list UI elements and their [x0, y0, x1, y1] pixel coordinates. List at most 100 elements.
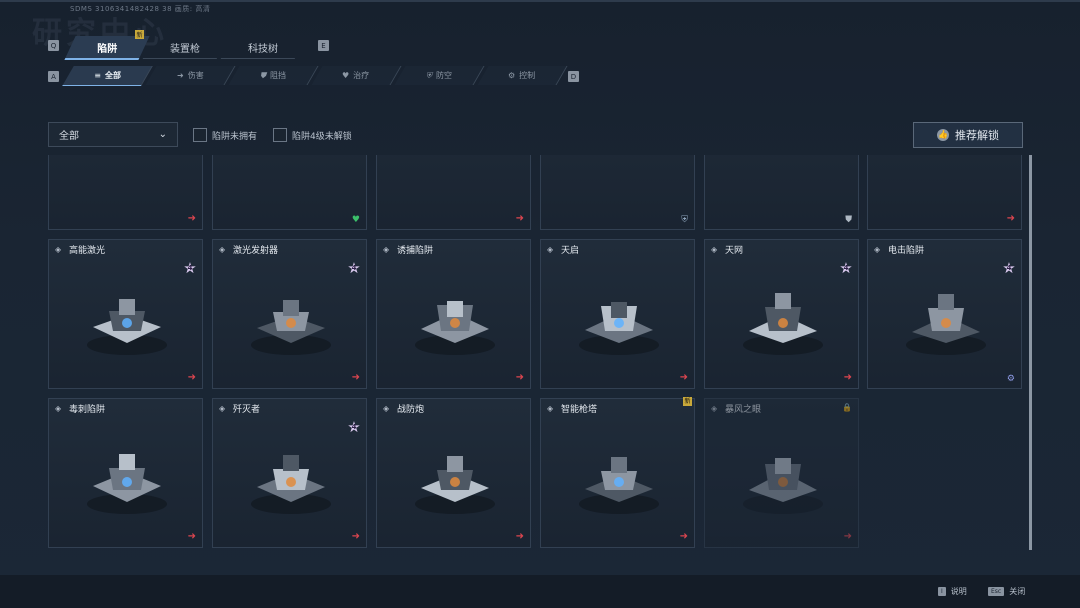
trap-card[interactable]: ◈ 激光发射器 ★ 4 ➜: [212, 239, 367, 389]
arrow-type-icon: ➜: [187, 213, 196, 224]
trap-artwork: [407, 155, 503, 163]
star-level-icon: ★ 4: [1002, 259, 1016, 277]
trap-artwork: [243, 155, 339, 163]
next-tab-key[interactable]: E: [318, 40, 329, 51]
trap-card[interactable]: ♥: [212, 155, 367, 230]
arrow-type-icon: ➜: [187, 372, 196, 383]
trap-artwork: [87, 454, 167, 514]
trap-name: 激光发射器: [233, 246, 279, 256]
trap-artwork: [579, 457, 659, 514]
trap-card[interactable]: ➜: [48, 155, 203, 230]
damage-icon: ➜: [176, 71, 184, 80]
trap-card[interactable]: ➜: [867, 155, 1022, 230]
checkbox-level4-locked[interactable]: 陷阱4级未解锁: [273, 128, 352, 142]
category-tabs: ≡ 全部 ➜ 伤害 ⛊ 阻挡 ♥ 治疗 ⛨ 防空 ⚙ 控制: [62, 66, 568, 86]
next-subtab-key[interactable]: D: [568, 71, 579, 82]
trap-name: 智能枪塔: [561, 405, 598, 415]
cube-icon: ◈: [711, 404, 718, 413]
trap-name: 天启: [561, 246, 580, 256]
subtab-block[interactable]: ⛊ 阻挡: [228, 66, 319, 85]
tab-devices[interactable]: 装置枪: [142, 36, 228, 59]
trap-artwork: [743, 458, 823, 514]
close-hint[interactable]: Esc 关闭: [988, 586, 1025, 597]
cube-icon: ◈: [547, 245, 554, 254]
trap-card[interactable]: ◈ 电击陷阱 ★ 4 ⚙: [867, 239, 1022, 389]
subtab-heal[interactable]: ♥ 治疗: [311, 66, 402, 85]
top-border: [0, 0, 1080, 2]
arrow-type-icon: ➜: [187, 531, 196, 542]
trap-artwork: [415, 456, 495, 514]
scrollbar[interactable]: [1029, 155, 1032, 550]
trap-card[interactable]: ◈ 天网 ★ 4 ➜: [704, 239, 859, 389]
trap-name: 歼灭者: [233, 405, 261, 415]
cube-icon: ◈: [547, 404, 554, 413]
control-icon: ⚙: [508, 71, 516, 80]
trap-artwork: [571, 155, 667, 163]
star-level-icon: ★ 4: [183, 259, 197, 277]
trap-artwork: [251, 455, 331, 514]
arrow-type-icon: ➜: [843, 531, 852, 542]
trap-card[interactable]: ◈ 暴风之眼 🔒 ➜: [704, 398, 859, 548]
trap-card[interactable]: ◈ 歼灭者 ★ 4 ➜: [212, 398, 367, 548]
cube-icon: ◈: [55, 404, 62, 413]
cube-icon: ◈: [55, 245, 62, 254]
star-level-icon: ★ 4: [347, 418, 361, 436]
trap-name: 战防炮: [397, 405, 425, 415]
prev-subtab-key[interactable]: A: [48, 71, 59, 82]
arrow-type-icon: ➜: [351, 372, 360, 383]
subtab-antiair[interactable]: ⛨ 防空: [394, 66, 485, 85]
trap-card[interactable]: ◈ 智能枪塔 新 ➜: [540, 397, 695, 548]
checkbox-box[interactable]: [193, 128, 207, 142]
recommend-unlock-button[interactable]: 👍 推荐解锁: [913, 122, 1023, 148]
checkbox-box[interactable]: [273, 128, 287, 142]
trap-artwork: [743, 293, 823, 355]
trap-artwork: [415, 301, 495, 355]
heal-type-icon: ♥: [351, 215, 360, 225]
trap-card[interactable]: ⛊: [704, 155, 859, 230]
thumbs-up-icon: 👍: [937, 129, 949, 141]
chevron-down-icon: ⌄: [158, 129, 167, 140]
trap-artwork: [579, 302, 659, 355]
prev-tab-key[interactable]: Q: [48, 40, 59, 51]
cube-icon: ◈: [874, 245, 881, 254]
trap-name: 毒刺陷阱: [69, 405, 106, 415]
help-hint[interactable]: I 说明: [938, 586, 967, 597]
subtab-damage[interactable]: ➜ 伤害: [145, 66, 236, 85]
arrow-type-icon: ➜: [351, 531, 360, 542]
trap-card[interactable]: ◈ 战防炮 ➜: [376, 398, 531, 548]
cube-icon: ◈: [711, 245, 718, 254]
dropdown-value: 全部: [59, 131, 79, 142]
tab-tech-tree[interactable]: 科技树: [220, 36, 306, 59]
star-level-icon: ★ 4: [347, 259, 361, 277]
checkbox-not-owned[interactable]: 陷阱未拥有: [193, 128, 257, 142]
cube-icon: ◈: [219, 404, 226, 413]
block-type-icon: ⛊: [845, 215, 852, 225]
list-icon: ≡: [93, 71, 101, 80]
trap-card[interactable]: ◈ 毒刺陷阱 ➜: [48, 398, 203, 548]
trap-name: 高能激光: [69, 246, 106, 256]
arrow-type-icon: ➜: [679, 372, 688, 383]
trap-artwork: [898, 155, 994, 163]
lock-icon: 🔒: [842, 403, 852, 412]
trap-card[interactable]: ⛨: [540, 155, 695, 230]
cube-icon: ◈: [383, 245, 390, 254]
cube-icon: ◈: [219, 245, 226, 254]
air-type-icon: ⛨: [681, 215, 688, 225]
subtab-control[interactable]: ⚙ 控制: [477, 66, 568, 85]
block-icon: ⛊: [260, 71, 266, 80]
control-type-icon: ⚙: [1006, 374, 1015, 384]
trap-card[interactable]: ➜: [376, 155, 531, 230]
trap-card[interactable]: ◈ 诱捕陷阱 ➜: [376, 239, 531, 389]
antiair-icon: ⛨: [426, 71, 432, 80]
new-badge: 新: [135, 30, 144, 39]
tab-traps[interactable]: 陷阱: [64, 36, 150, 60]
heal-icon: ♥: [342, 71, 350, 80]
subtab-all[interactable]: ≡ 全部: [62, 66, 153, 86]
trap-card[interactable]: ◈ 高能激光 ★ 4 ➜: [48, 239, 203, 389]
trap-grid: ➜ ♥ ➜ ⛨ ⛊ ➜ ◈ 高能激光 ★ 4 ➜ ◈ 激光发射器 ★ 4 ➜ ◈ 诱捕陷阱 ➜: [48, 155, 1023, 550]
trap-name: 暴风之眼: [725, 405, 762, 415]
bottom-bar: [0, 575, 1080, 608]
trap-artwork: [251, 300, 331, 355]
filter-dropdown[interactable]: 全部 ⌄: [48, 122, 178, 147]
trap-card[interactable]: ◈ 天启 ➜: [540, 239, 695, 389]
